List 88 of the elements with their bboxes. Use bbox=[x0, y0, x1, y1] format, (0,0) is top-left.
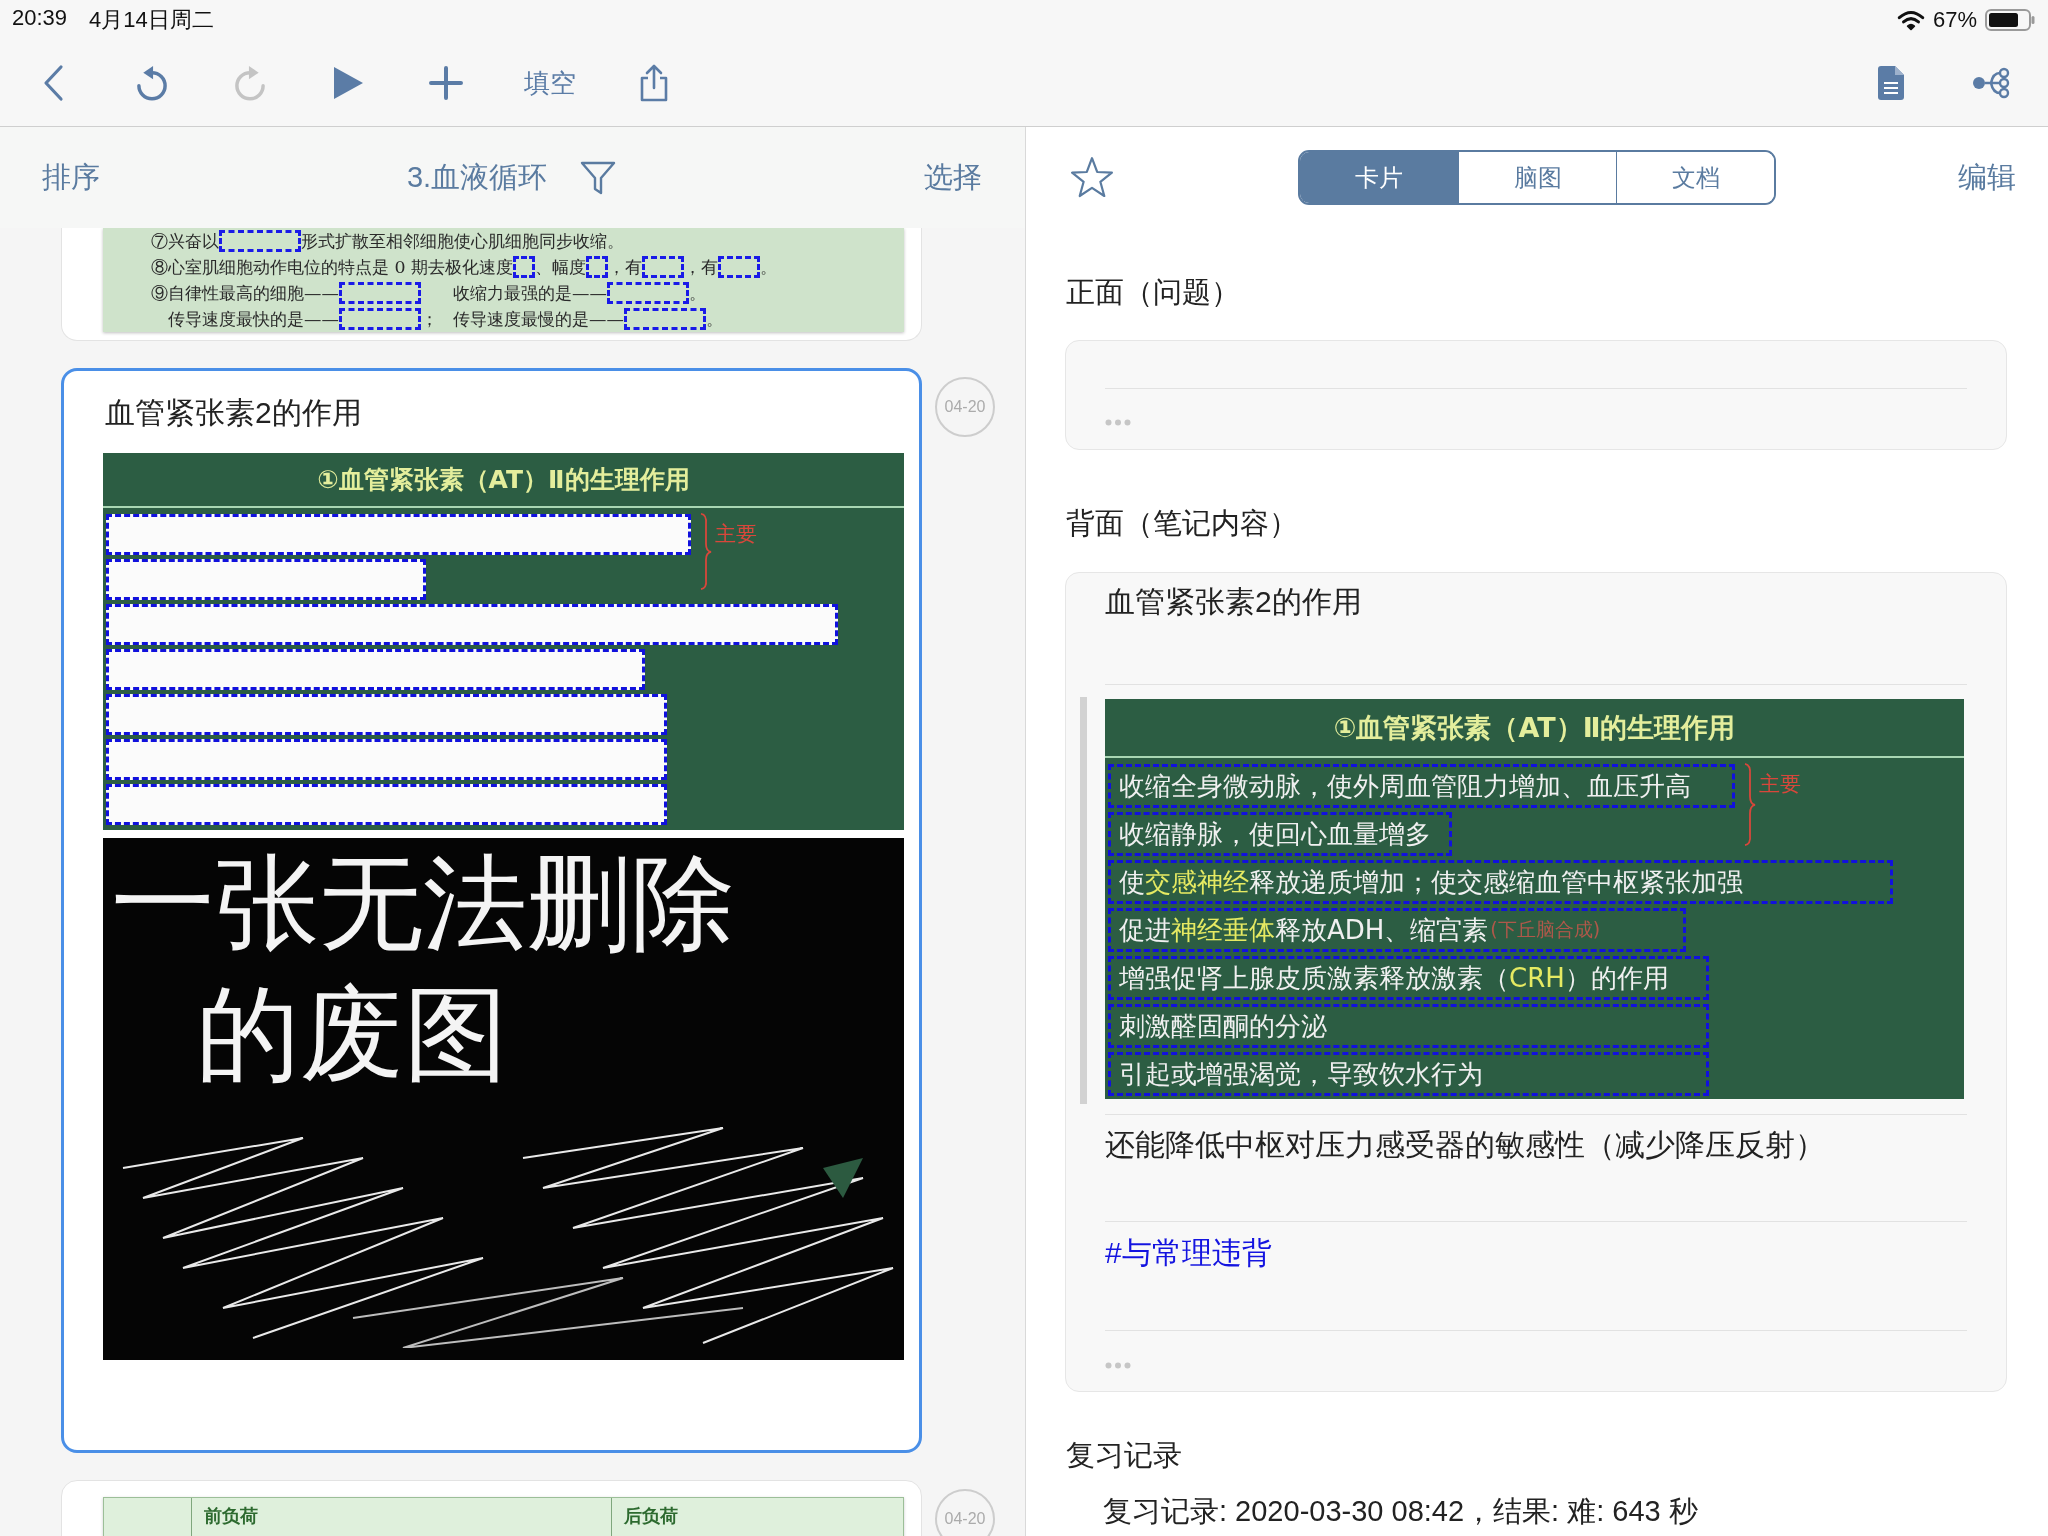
filter-icon bbox=[579, 160, 618, 195]
slide-title: ①血管紧张素（AT）Ⅱ的生理作用 bbox=[1105, 699, 1964, 758]
undo-icon bbox=[134, 65, 170, 101]
note-card[interactable]: 前负荷 后负荷 bbox=[61, 1480, 922, 1536]
blank-box[interactable] bbox=[718, 256, 761, 278]
status-time: 20:39 bbox=[12, 5, 68, 32]
star-icon[interactable] bbox=[1070, 156, 1114, 199]
tag-link[interactable]: #与常理违背 bbox=[1105, 1233, 1272, 1273]
node-branch-icon bbox=[1971, 65, 2011, 101]
handwritten-text: 一张无法删除的废图 bbox=[111, 844, 736, 1094]
table-header-cell: 前负荷 bbox=[191, 1498, 611, 1536]
status-date: 4月14日周二 bbox=[89, 6, 214, 34]
edit-button[interactable]: 编辑 bbox=[1958, 157, 2016, 198]
slide-line-text: 增强促肾上腺皮质激素释放激素（CRH）的作用 bbox=[1119, 961, 1669, 995]
cloze-box[interactable]: 收缩静脉，使回心血量增多 bbox=[1108, 812, 1452, 856]
cloze-box[interactable]: 收缩全身微动脉，使外周血管阻力增加、血压升高 bbox=[1108, 764, 1736, 808]
section-heading: 背面（笔记内容） bbox=[1066, 506, 1299, 541]
slide-line-text: 收缩静脉，使回心血量增多 bbox=[1119, 817, 1431, 851]
cloze-box[interactable]: 促进神经垂体释放ADH、缩宫素(下丘脑合成) bbox=[1108, 908, 1687, 952]
scan-text: 形式扩散至相邻细胞使心肌细胞同步收缩。 bbox=[301, 230, 624, 253]
blank-box[interactable] bbox=[338, 282, 421, 304]
view-tab[interactable]: 卡片 bbox=[1300, 152, 1458, 203]
scan-text: 、幅度 bbox=[535, 256, 587, 279]
blank-box[interactable] bbox=[606, 282, 689, 304]
scan-text: 收缩力最强的是—— bbox=[453, 282, 607, 305]
blank-box[interactable] bbox=[642, 256, 685, 278]
filter-button[interactable] bbox=[579, 160, 618, 195]
curly-brace-icon bbox=[1742, 762, 1757, 846]
blank-box[interactable] bbox=[338, 308, 421, 330]
review-date-badge: 04-20 bbox=[935, 377, 995, 437]
sort-button[interactable]: 排序 bbox=[42, 157, 100, 198]
cloze-box[interactable] bbox=[106, 784, 667, 825]
card-title: 血管紧张素2的作用 bbox=[105, 395, 363, 431]
scan-text: 。 bbox=[688, 282, 706, 305]
cloze-box[interactable]: 使交感神经释放递质增加；使交感缩血管中枢紧张加强 bbox=[1108, 860, 1894, 904]
note-text: 还能降低中枢对压力感受器的敏感性（减少降压反射） bbox=[1105, 1127, 1826, 1163]
battery-icon bbox=[1985, 9, 2035, 31]
share-icon bbox=[639, 64, 669, 102]
blank-box[interactable] bbox=[623, 308, 706, 330]
scan-text: ⑨自律性最高的细胞—— bbox=[151, 282, 339, 305]
slide-line-text: 使交感神经释放递质增加；使交感缩血管中枢紧张加强 bbox=[1119, 865, 1743, 899]
blank-box[interactable] bbox=[586, 256, 609, 278]
plus-icon bbox=[429, 66, 463, 100]
cloze-box[interactable] bbox=[106, 559, 427, 600]
redo-icon bbox=[232, 65, 268, 101]
cloze-box[interactable]: 引起或增强渴觉，导致饮水行为 bbox=[1108, 1052, 1710, 1096]
slide-line-text: 刺激醛固酮的分泌 bbox=[1119, 1009, 1327, 1043]
cloze-box[interactable]: 刺激醛固酮的分泌 bbox=[1108, 1004, 1710, 1048]
note-title: 血管紧张素2的作用 bbox=[1105, 584, 1363, 620]
select-button[interactable]: 选择 bbox=[924, 157, 982, 198]
cloze-box[interactable] bbox=[106, 649, 646, 690]
fill-blank-button[interactable]: 填空 bbox=[514, 53, 586, 113]
scan-text: ，有 bbox=[608, 256, 643, 279]
table-header-cell: 后负荷 bbox=[611, 1498, 903, 1536]
slide-line-text: 收缩全身微动脉，使外周血管阻力增加、血压升高 bbox=[1119, 769, 1691, 803]
review-entry: 复习记录: 2020-03-30 08:42，结果: 难: 643 秒 bbox=[1102, 1494, 1699, 1529]
deck-title: 3.血液循环 bbox=[406, 159, 548, 195]
note-card[interactable]: ⑦兴奋以 形式扩散至相邻细胞使心肌细胞同步收缩。 ⑧心室肌细胞动作电位的特点是 0 期去极化速度 、幅度 ，有 ，有 。 ⑨自律性最高的细胞—— 收缩力最强的是—— 。 传导速度最快的是—— ； 传导速度最慢的是—— 。 bbox=[61, 228, 922, 341]
section-heading: 复习记录 bbox=[1066, 1438, 1183, 1473]
cloze-box[interactable] bbox=[106, 514, 691, 555]
scan-text: ，有 bbox=[684, 256, 719, 279]
cloze-box[interactable] bbox=[106, 604, 839, 645]
cloze-box[interactable]: 增强促肾上腺皮质激素释放激素（CRH）的作用 bbox=[1108, 956, 1710, 1000]
scan-text: 。 bbox=[705, 308, 723, 331]
scan-text: ； bbox=[420, 308, 438, 331]
cloze-box[interactable] bbox=[106, 694, 667, 735]
scan-text: 。 bbox=[760, 256, 778, 279]
scan-text: 传导速度最快的是—— bbox=[168, 308, 339, 331]
review-date-badge: 04-20 bbox=[935, 1489, 995, 1536]
section-heading: 正面（问题） bbox=[1066, 275, 1241, 310]
blank-box[interactable] bbox=[219, 230, 301, 252]
handwritten-note: (下丘脑合成) bbox=[1490, 917, 1601, 942]
slide-line-text: 促进神经垂体释放ADH、缩宫素 bbox=[1119, 913, 1489, 947]
document-icon bbox=[1877, 65, 1905, 101]
scan-text: 传导速度最慢的是—— bbox=[453, 308, 624, 331]
view-tab[interactable]: 文档 bbox=[1616, 152, 1774, 203]
scan-text: ⑧心室肌细胞动作电位的特点是 0 期去极化速度 bbox=[151, 256, 514, 279]
play-icon bbox=[331, 65, 365, 101]
cloze-box[interactable] bbox=[106, 739, 667, 780]
handwritten-note: 主要 bbox=[1759, 771, 1802, 798]
note-card[interactable]: 血管紧张素2的作用 ①血管紧张素（AT）Ⅱ的生理作用 主要 一张无法删除的废图 bbox=[61, 368, 922, 1453]
wifi-icon bbox=[1896, 9, 1925, 31]
handwritten-note: 主要 bbox=[714, 521, 757, 548]
battery-percent: 67% bbox=[1932, 7, 1977, 33]
scan-text: ⑦兴奋以 bbox=[151, 230, 219, 253]
slide-title: ①血管紧张素（AT）Ⅱ的生理作用 bbox=[103, 453, 904, 508]
slide-line-text: 引起或增强渴觉，导致饮水行为 bbox=[1119, 1057, 1483, 1091]
blank-box[interactable] bbox=[513, 256, 536, 278]
